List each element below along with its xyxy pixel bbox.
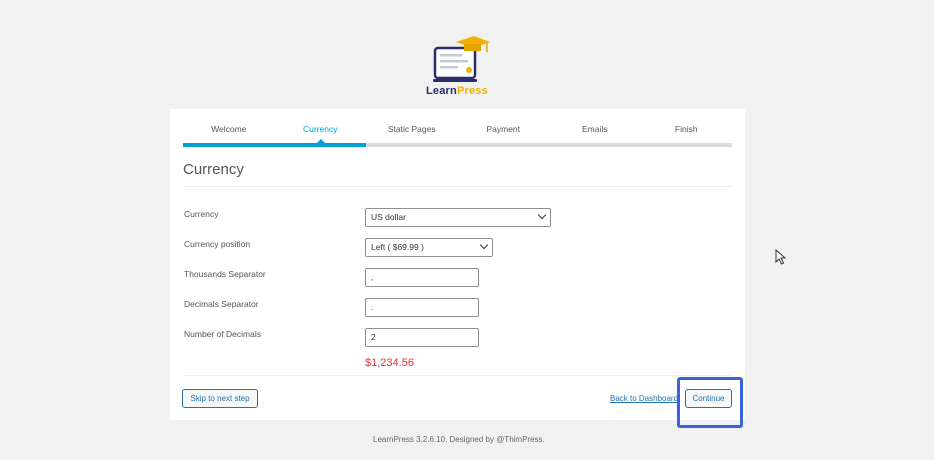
divider [183,375,732,376]
back-to-dashboard-link[interactable]: Back to Dashboard [610,394,678,403]
wizard-progress-bar [183,143,732,147]
skip-step-button[interactable]: Skip to next step [182,389,258,408]
currency-select[interactable]: US dollar [365,208,551,227]
currency-select-value: US dollar [371,212,406,222]
setup-wizard-card: Welcome Currency Static Pages Payment Em… [170,109,745,420]
thousands-separator-input[interactable]: , [365,268,479,287]
number-of-decimals-input[interactable]: 2 [365,328,479,347]
currency-label: Currency [184,209,219,219]
chevron-down-icon [479,240,489,250]
divider [183,186,732,187]
number-of-decimals-label: Number of Decimals [184,329,261,339]
wizard-progress-fill [183,143,366,147]
learnpress-wordmark: LearnPress [426,85,488,97]
chevron-down-icon [537,210,547,220]
thousands-separator-label: Thousands Separator [184,269,266,279]
decimals-separator-input[interactable]: . [365,298,479,317]
page-footer: LearnPress 3.2.6.10. Designed by @ThimPr… [373,435,545,444]
currency-position-value: Left ( $69.99 ) [371,242,424,252]
currency-preview: $1,234.56 [365,357,414,369]
decimals-separator-label: Decimals Separator [184,299,259,309]
mouse-cursor-icon [775,249,787,265]
currency-position-select[interactable]: Left ( $69.99 ) [365,238,493,257]
currency-position-label: Currency position [184,239,251,249]
section-title: Currency [183,161,244,178]
continue-highlight-box [677,377,743,428]
